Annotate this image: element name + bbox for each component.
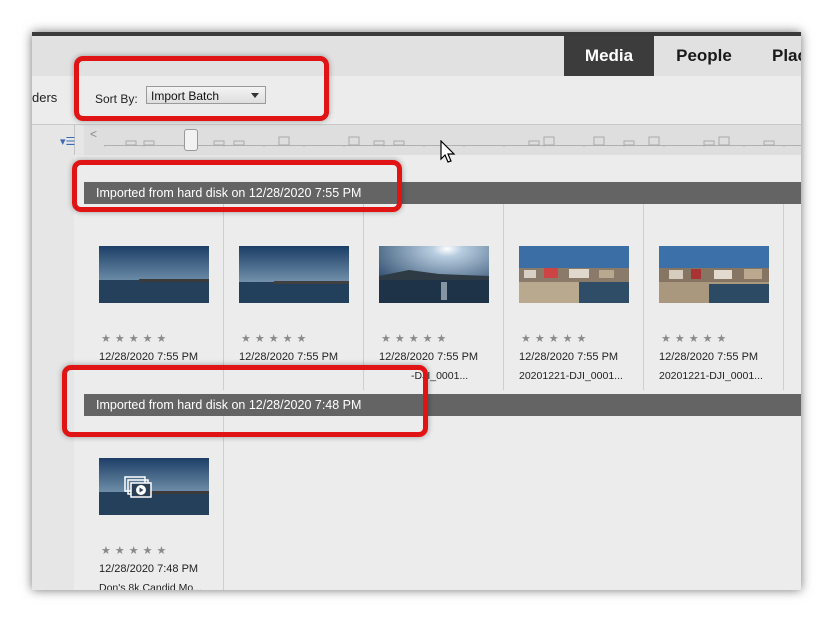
timeline-left-arrow[interactable]: < [90, 127, 97, 141]
rating-stars[interactable]: ★★★★★ [661, 332, 730, 345]
folders-label[interactable]: ders [32, 90, 57, 105]
timeline-slider-handle[interactable] [184, 129, 198, 151]
sort-highlight-box [74, 56, 329, 121]
batch2-highlight-box [62, 365, 428, 437]
rating-stars[interactable]: ★★★★★ [241, 332, 310, 345]
media-item[interactable]: ★★★★★ 12/28/2020 7:55 PM 20201221-DJI_00… [644, 204, 784, 390]
media-item[interactable]: ★★★★★ 12/28/2020 7:48 PM Don's 8k Candid… [84, 416, 224, 590]
rating-stars[interactable]: ★★★★★ [521, 332, 590, 345]
item-date: 12/28/2020 7:55 PM [379, 351, 479, 363]
tab-people[interactable]: People [654, 36, 754, 76]
tab-media[interactable]: Media [564, 36, 654, 76]
photo-thumbnail[interactable] [519, 246, 629, 303]
item-filename: 20201221-DJI_0001... [519, 370, 623, 382]
item-date: 12/28/2020 7:55 PM [239, 351, 339, 363]
app-window: Media People Plac ders Sort By: Import B… [32, 32, 801, 590]
photo-thumbnail[interactable] [379, 246, 489, 303]
video-thumbnail[interactable] [99, 458, 209, 515]
photo-thumbnail[interactable] [99, 246, 209, 303]
batch1-highlight-box [72, 160, 402, 212]
item-filename: 20201221-DJI_0001... [659, 370, 763, 382]
media-item[interactable]: ★★★★★ 12/28/2020 7:55 PM [224, 204, 364, 390]
rating-stars[interactable]: ★★★★★ [101, 332, 170, 345]
media-item[interactable]: ★★★★★ 12/28/2020 7:55 PM -DJI_0001... [364, 204, 504, 390]
rating-stars[interactable]: ★★★★★ [381, 332, 450, 345]
video-play-icon[interactable] [124, 476, 154, 500]
rating-stars[interactable]: ★★★★★ [101, 544, 170, 557]
item-date: 12/28/2020 7:55 PM [519, 351, 619, 363]
item-date: 12/28/2020 7:55 PM [99, 351, 199, 363]
item-filename: Don's 8k Candid Mo... [99, 582, 202, 590]
photo-thumbnail[interactable] [659, 246, 769, 303]
media-item[interactable]: ★★★★★ 12/28/2020 7:55 PM [84, 204, 224, 390]
media-item[interactable]: ★★★★★ 12/28/2020 7:55 PM 20201221-DJI_00… [504, 204, 644, 390]
item-date: 12/28/2020 7:48 PM [99, 563, 199, 575]
left-panel: ▾☰ [32, 125, 75, 590]
panel-menu-icon[interactable]: ▾☰ [60, 135, 75, 148]
item-date: 12/28/2020 7:55 PM [659, 351, 759, 363]
mouse-cursor-icon [440, 139, 456, 164]
tab-places[interactable]: Plac [754, 36, 801, 76]
photo-thumbnail[interactable] [239, 246, 349, 303]
